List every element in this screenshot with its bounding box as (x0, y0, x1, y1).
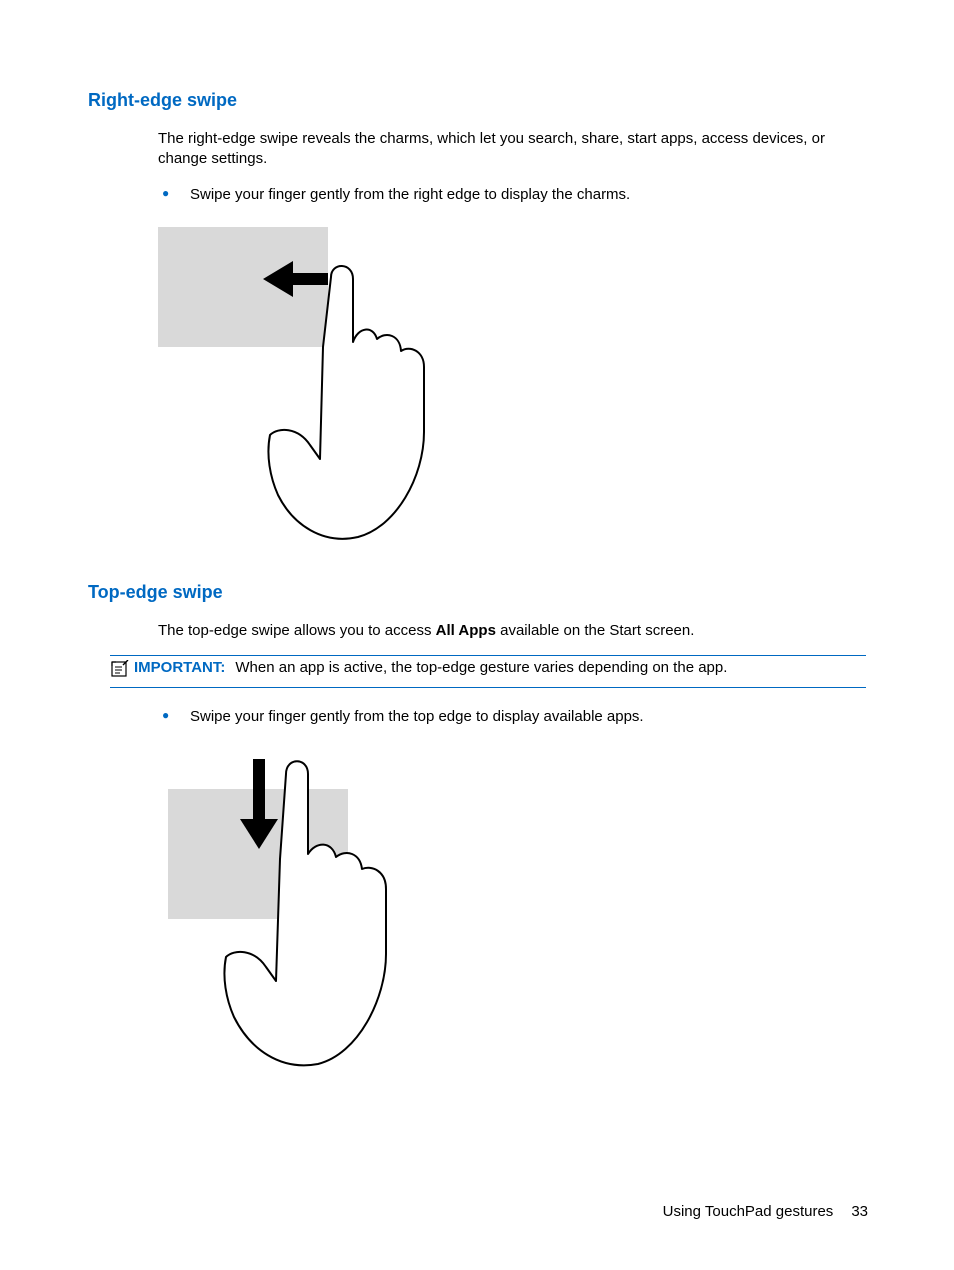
heading-top-edge-swipe: Top-edge swipe (88, 582, 866, 603)
bullet-right-edge-instruction: Swipe your finger gently from the right … (158, 184, 866, 205)
right-edge-swipe-illustration (158, 227, 458, 547)
heading-right-edge-swipe: Right-edge swipe (88, 90, 866, 111)
footer-section-title: Using TouchPad gestures (663, 1203, 834, 1220)
important-text-body: When an app is active, the top-edge gest… (235, 659, 727, 676)
paragraph-right-edge-intro: The right-edge swipe reveals the charms,… (88, 129, 866, 170)
top-edge-swipe-illustration (158, 749, 458, 1079)
important-note: IMPORTANT: When an app is active, the top… (110, 655, 866, 688)
footer-page-number: 33 (851, 1203, 868, 1220)
paragraph-top-edge-intro: The top-edge swipe allows you to access … (88, 621, 866, 641)
bullet-top-edge-instruction: Swipe your finger gently from the top ed… (158, 706, 866, 727)
figure-top-edge-swipe (158, 749, 866, 1084)
top-edge-intro-prefix: The top-edge swipe allows you to access (158, 622, 436, 639)
note-icon (110, 659, 130, 684)
document-page: Right-edge swipe The right-edge swipe re… (0, 0, 954, 1270)
bullet-list-right-edge: Swipe your finger gently from the right … (88, 184, 866, 205)
important-content: IMPORTANT: When an app is active, the top… (134, 659, 866, 676)
figure-right-edge-swipe (158, 227, 866, 552)
important-label: IMPORTANT: (134, 659, 225, 676)
top-edge-intro-bold: All Apps (436, 622, 496, 639)
bullet-list-top-edge: Swipe your finger gently from the top ed… (88, 706, 866, 727)
page-footer: Using TouchPad gestures 33 (663, 1203, 868, 1220)
top-edge-intro-suffix: available on the Start screen. (496, 622, 694, 639)
